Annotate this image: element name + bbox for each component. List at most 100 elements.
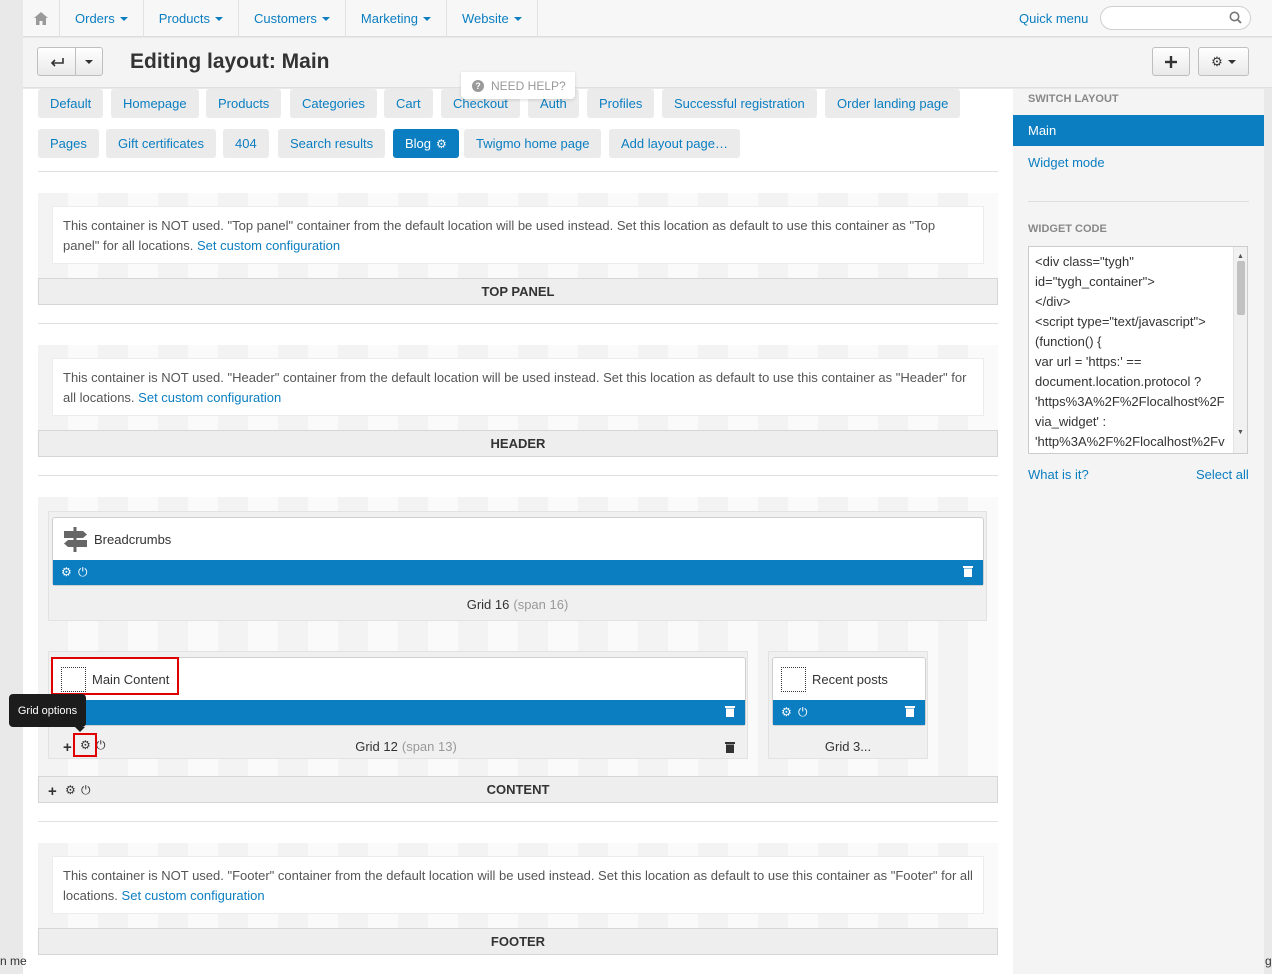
layout-item-main[interactable]: Main bbox=[1013, 115, 1264, 146]
container-label: CONTENT bbox=[486, 782, 550, 797]
tab-pages[interactable]: Pages bbox=[38, 129, 99, 158]
home-icon[interactable] bbox=[23, 0, 60, 37]
grid-span: (span 13) bbox=[401, 739, 457, 754]
divider bbox=[1028, 201, 1249, 202]
scroll-up-icon[interactable]: ▲ bbox=[1237, 247, 1244, 267]
menu-marketing[interactable]: Marketing bbox=[346, 0, 447, 37]
set-custom-configuration-link[interactable]: Set custom configuration bbox=[122, 888, 265, 903]
grid-options-tooltip: Grid options bbox=[9, 694, 86, 732]
search-input[interactable] bbox=[1111, 7, 1231, 29]
tab-search-results[interactable]: Search results bbox=[278, 129, 386, 158]
tab-blog-label: Blog bbox=[405, 136, 432, 151]
select-all-link[interactable]: Select all bbox=[1196, 467, 1249, 482]
edge-text-right: ge bbox=[1265, 954, 1272, 968]
power-icon[interactable]: ⏻ bbox=[78, 565, 88, 580]
power-icon[interactable]: ⏻ bbox=[81, 783, 91, 798]
gear-icon[interactable]: ⚙ bbox=[61, 565, 72, 579]
highlight-grid-options bbox=[73, 733, 97, 757]
divider bbox=[38, 171, 998, 172]
grid-label: Grid 12 bbox=[355, 739, 398, 754]
widget-code-title: WIDGET CODE bbox=[1028, 223, 1107, 235]
code-line: <script type="text/javascript"> bbox=[1035, 314, 1206, 329]
grid-footer: Grid 3... bbox=[769, 734, 927, 759]
grid-footer: Grid 16 (span 16) bbox=[49, 592, 986, 617]
edge-text-left: n me bbox=[0, 954, 27, 968]
tab-order-landing-page[interactable]: Order landing page bbox=[825, 89, 961, 118]
block-breadcrumbs[interactable]: Breadcrumbs ⚙ ⏻ bbox=[52, 517, 984, 586]
tab-profiles[interactable]: Profiles bbox=[587, 89, 655, 118]
notice-text: This container is NOT used. "Top panel" … bbox=[63, 218, 936, 253]
grid-3: Recent posts ⚙ ⏻ Grid 3... bbox=[768, 651, 928, 759]
container-notice: This container is NOT used. "Footer" con… bbox=[52, 856, 984, 914]
add-block-icon[interactable]: + bbox=[63, 739, 72, 756]
tab-default[interactable]: Default bbox=[38, 89, 104, 118]
quick-menu-link[interactable]: Quick menu bbox=[1019, 11, 1088, 26]
code-line: id="tygh_container"> bbox=[1035, 274, 1155, 289]
container-label: FOOTER bbox=[490, 934, 546, 949]
gear-icon[interactable]: ⚙ bbox=[436, 137, 447, 151]
trash-icon[interactable] bbox=[963, 565, 973, 577]
right-sidebar: SWITCH LAYOUT Main Widget mode WIDGET CO… bbox=[1013, 89, 1264, 974]
block-recent-posts[interactable]: Recent posts ⚙ ⏻ bbox=[772, 657, 926, 726]
tab-gift-certificates[interactable]: Gift certificates bbox=[106, 129, 216, 158]
tab-twigmo-home-page[interactable]: Twigmo home page bbox=[464, 129, 602, 158]
code-line: (function() { bbox=[1035, 334, 1102, 349]
switch-layout-title: SWITCH LAYOUT bbox=[1028, 93, 1119, 105]
menu-products[interactable]: Products bbox=[144, 0, 240, 37]
chevron-down-icon bbox=[513, 16, 522, 21]
highlight-main-content bbox=[51, 657, 179, 695]
top-navigation: Orders Products Customers Marketing Webs… bbox=[23, 0, 1272, 37]
block-title: Breadcrumbs bbox=[63, 518, 171, 560]
divider bbox=[38, 821, 998, 822]
tab-404[interactable]: 404 bbox=[223, 129, 269, 158]
tab-homepage[interactable]: Homepage bbox=[111, 89, 199, 118]
settings-dropdown-button[interactable]: ⚙ bbox=[1198, 47, 1249, 76]
block-title: Recent posts bbox=[781, 658, 888, 700]
menu-orders[interactable]: Orders bbox=[60, 0, 144, 37]
add-grid-icon[interactable]: + bbox=[48, 783, 57, 800]
set-custom-configuration-link[interactable]: Set custom configuration bbox=[197, 238, 340, 253]
add-layout-page-button[interactable]: Add layout page… bbox=[609, 129, 740, 158]
back-button-group bbox=[37, 47, 103, 76]
need-help-label: NEED HELP? bbox=[491, 78, 566, 93]
container-label: HEADER bbox=[490, 436, 546, 451]
back-button[interactable] bbox=[38, 48, 76, 75]
code-line: 'http%3A%2F%2Flocalhost%2Fv bbox=[1035, 434, 1225, 449]
tab-cart[interactable]: Cart bbox=[384, 89, 433, 118]
code-scrollbar[interactable]: ▲ ▼ bbox=[1233, 247, 1247, 453]
menu-products-label: Products bbox=[158, 11, 211, 26]
need-help-tab[interactable]: ? NEED HELP? bbox=[461, 72, 575, 99]
menu-website[interactable]: Website bbox=[447, 0, 538, 37]
chevron-down-icon bbox=[422, 16, 431, 21]
menu-customers[interactable]: Customers bbox=[239, 0, 346, 37]
gear-icon[interactable]: ⚙ bbox=[781, 705, 792, 719]
search-icon[interactable] bbox=[1229, 11, 1242, 27]
back-dropdown-button[interactable] bbox=[76, 48, 102, 75]
tab-blog[interactable]: Blog ⚙ bbox=[393, 129, 459, 158]
container-header: This container is NOT used. "Header" con… bbox=[38, 345, 998, 457]
tab-categories[interactable]: Categories bbox=[290, 89, 377, 118]
set-custom-configuration-link[interactable]: Set custom configuration bbox=[138, 390, 281, 405]
chevron-down-icon bbox=[85, 59, 93, 64]
tab-successful-registration[interactable]: Successful registration bbox=[662, 89, 817, 118]
gear-icon[interactable]: ⚙ bbox=[65, 783, 76, 797]
power-icon[interactable]: ⏻ bbox=[96, 738, 106, 753]
trash-icon[interactable] bbox=[725, 741, 735, 753]
scroll-down-icon[interactable]: ▼ bbox=[1237, 423, 1244, 443]
power-icon[interactable]: ⏻ bbox=[798, 705, 808, 720]
container-label: TOP PANEL bbox=[481, 284, 555, 299]
grid-label: Grid 16 bbox=[466, 597, 510, 612]
tab-products[interactable]: Products bbox=[206, 89, 282, 118]
trash-icon[interactable] bbox=[905, 705, 915, 717]
code-line: 'https%3A%2F%2Flocalhost%2F bbox=[1035, 394, 1225, 409]
trash-icon[interactable] bbox=[725, 705, 735, 717]
menu-orders-label: Orders bbox=[75, 11, 115, 26]
widget-code-textarea[interactable]: <div class="tygh" id="tygh_container"> <… bbox=[1028, 246, 1248, 454]
container-top-panel: This container is NOT used. "Top panel" … bbox=[38, 193, 998, 305]
main-menu: Orders Products Customers Marketing Webs… bbox=[60, 0, 538, 37]
chevron-down-icon bbox=[119, 16, 128, 21]
what-is-it-link[interactable]: What is it? bbox=[1028, 467, 1089, 482]
scrollbar-thumb[interactable] bbox=[1237, 261, 1245, 315]
add-button[interactable] bbox=[1152, 47, 1190, 76]
layout-item-widget-mode[interactable]: Widget mode bbox=[1013, 147, 1264, 178]
